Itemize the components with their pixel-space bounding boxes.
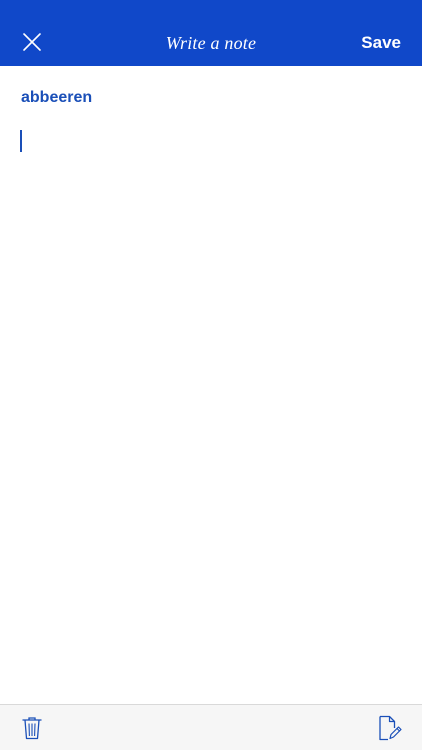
compose-icon	[379, 715, 402, 741]
navigation-bar: Write a note Save	[0, 0, 422, 66]
note-editor-screen: Write a note Save abbeeren	[0, 0, 422, 750]
note-heading: abbeeren	[21, 89, 93, 106]
new-note-button[interactable]	[376, 713, 404, 743]
bottom-toolbar	[0, 704, 422, 750]
save-button[interactable]: Save	[361, 30, 401, 56]
delete-button[interactable]	[18, 713, 46, 743]
text-caret	[20, 130, 22, 152]
trash-icon	[22, 717, 42, 740]
note-content: abbeeren	[0, 66, 422, 704]
page-title: Write a note	[165, 33, 257, 53]
note-body-input[interactable]	[20, 126, 402, 686]
